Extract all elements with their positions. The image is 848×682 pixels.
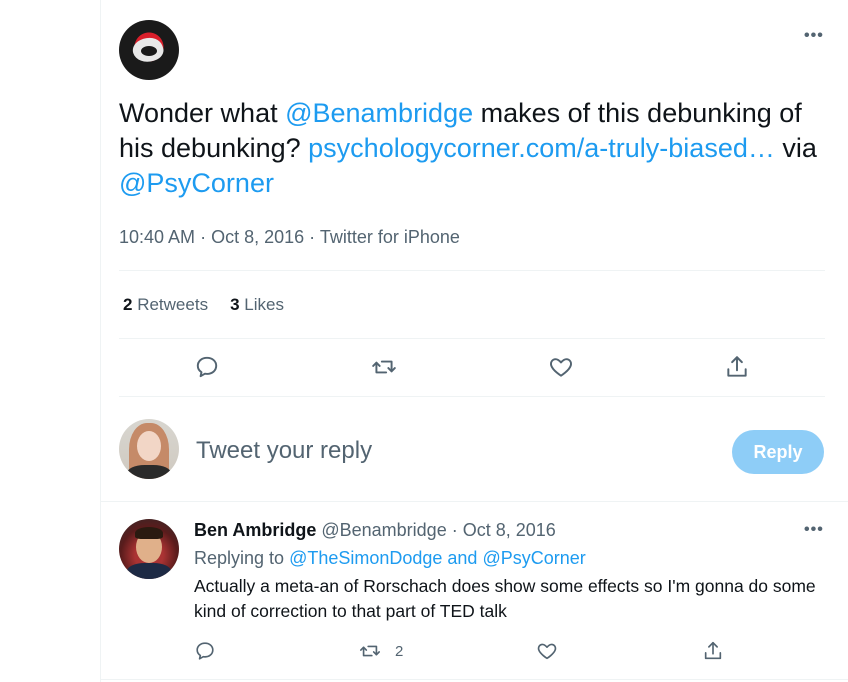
share-icon (704, 641, 722, 660)
reply-retweet-count: 2 (395, 642, 404, 660)
like-icon (537, 643, 557, 660)
divider (119, 338, 825, 339)
likes-stat[interactable]: 3 Likes (230, 295, 284, 314)
reply-submit-button[interactable]: Reply (732, 430, 824, 474)
reply-reply-button[interactable] (194, 640, 216, 662)
mention-link[interactable]: @Benambridge (285, 98, 473, 128)
reply-button[interactable] (194, 354, 220, 380)
like-button[interactable] (548, 354, 574, 380)
reply-author-handle[interactable]: @Benambridge (321, 520, 446, 540)
retweet-icon (360, 645, 380, 657)
tweet-date[interactable]: Oct 8, 2016 (211, 227, 304, 247)
share-button[interactable] (724, 354, 750, 380)
more-options-button[interactable]: ••• (804, 27, 824, 45)
reply-input[interactable]: Tweet your reply (196, 437, 372, 465)
like-icon (550, 358, 572, 377)
tweet-time[interactable]: 10:40 AM (119, 227, 195, 247)
reply-share-button[interactable] (702, 640, 724, 662)
divider (100, 501, 848, 502)
reply-like-button[interactable] (536, 640, 558, 662)
tweet-meta: 10:40 AM · Oct 8, 2016 · Twitter for iPh… (119, 227, 460, 247)
url-link[interactable]: psychologycorner.com/a-truly-biased… (308, 133, 775, 163)
tweet-detail: ••• Wonder what @Benambridge makes of th… (100, 0, 848, 682)
reply-date[interactable]: Oct 8, 2016 (463, 520, 556, 540)
retweet-icon (372, 360, 396, 374)
share-icon (727, 356, 747, 377)
tweet-stats: 2 Retweets 3 Likes (123, 295, 284, 315)
reply-icon (196, 356, 218, 378)
divider (100, 679, 848, 680)
reply-icon (196, 642, 214, 660)
reply-author-name[interactable]: Ben Ambridge (194, 520, 316, 540)
reply-text: Actually a meta-an of Rorschach does sho… (194, 576, 816, 621)
via-mention-link[interactable]: @PsyCorner (119, 168, 274, 198)
retweet-button[interactable] (371, 354, 397, 380)
replying-to: Replying to @TheSimonDodge and @PsyCorne… (194, 548, 586, 568)
replying-to-links[interactable]: @TheSimonDodge and @PsyCorner (289, 548, 586, 568)
reply-retweet-button[interactable]: 2 (359, 640, 403, 662)
reply-header: Ben Ambridge @Benambridge · Oct 8, 2016 (194, 520, 556, 540)
retweets-stat[interactable]: 2 Retweets (123, 295, 208, 314)
tweet-text: Wonder what @Benambridge makes of this d… (119, 98, 817, 198)
author-avatar[interactable] (119, 20, 179, 80)
divider (119, 396, 825, 397)
reply-more-options-button[interactable]: ••• (804, 521, 824, 539)
reply-author-avatar[interactable] (119, 519, 179, 579)
user-avatar[interactable] (119, 419, 179, 479)
tweet-source[interactable]: Twitter for iPhone (320, 227, 460, 247)
divider (119, 270, 825, 271)
